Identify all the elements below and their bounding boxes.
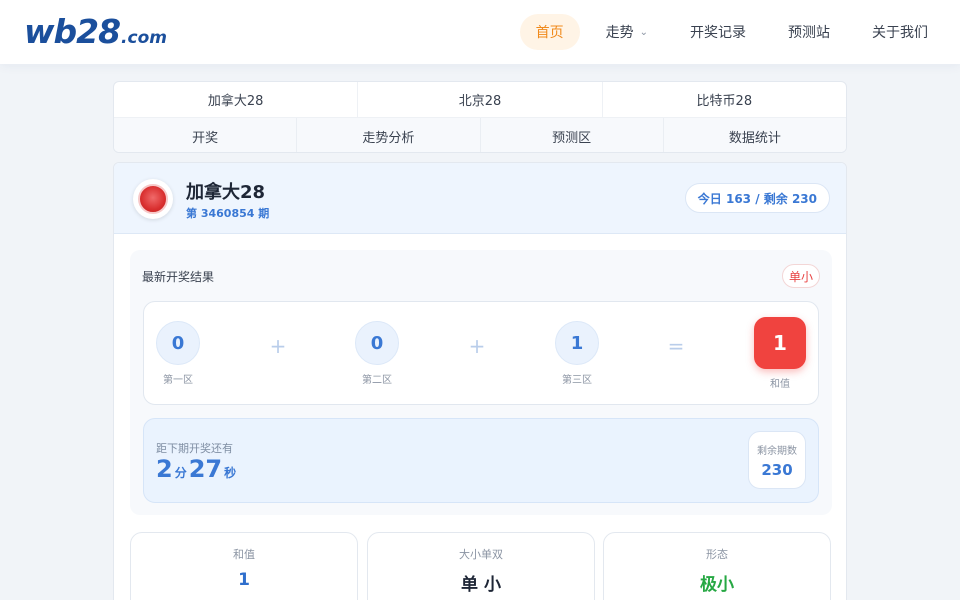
tab-section-prediction[interactable]: 预测区: [481, 118, 664, 152]
lottery-emblem-icon: [133, 179, 173, 219]
result-type-badge: 单小: [782, 264, 820, 288]
nav-item-label: 关于我们: [872, 25, 928, 41]
stat-value: 1: [238, 570, 250, 590]
draw-count-badge: 今日 163 / 剩余 230: [684, 183, 830, 213]
chevron-down-icon: ⌄: [639, 26, 648, 38]
top-header: wb28 .com 首页 走势 ⌄ 开奖记录 预测站 关于我们: [0, 0, 960, 64]
countdown-timer: 2 分 27 秒: [156, 455, 238, 483]
tab-section-stats[interactable]: 数据统计: [664, 118, 846, 152]
nav-item-label: 走势: [605, 25, 634, 41]
lottery-title: 加拿大28: [186, 182, 266, 203]
result-panel: 最新开奖结果 单小 0 第一区 + 0 第二区 + 1 第三区 = 1 和值 距…: [130, 250, 832, 515]
nav-item-prediction[interactable]: 预测站: [772, 14, 846, 50]
result-formula: 0 第一区 + 0 第二区 + 1 第三区 = 1 和值: [143, 301, 819, 405]
countdown-label: 距下期开奖还有: [156, 442, 233, 455]
ball-group: 1 第三区: [547, 321, 607, 386]
number-ball: 0: [156, 321, 200, 365]
plus-sign: +: [269, 334, 287, 358]
remaining-draws-value: 230: [761, 461, 793, 479]
remaining-draws-box: 剩余期数 230: [748, 431, 806, 489]
countdown-seconds-unit: 秒: [224, 466, 237, 480]
lottery-card: 加拿大28 第 3460854 期 今日 163 / 剩余 230 最新开奖结果…: [113, 162, 847, 600]
countdown-box: 距下期开奖还有 2 分 27 秒 剩余期数 230: [143, 418, 819, 503]
site-logo[interactable]: wb28 .com: [24, 12, 167, 52]
tab-game-canada[interactable]: 加拿大28: [114, 82, 359, 118]
stat-value: 极小: [700, 575, 734, 595]
stat-card-size-parity: 大小单双 单 小: [367, 532, 595, 600]
stat-label: 和值: [233, 548, 255, 561]
lottery-issue-number: 第 3460854 期: [186, 207, 270, 220]
nav-item-label: 首页: [535, 25, 564, 41]
nav-item-about[interactable]: 关于我们: [856, 14, 944, 50]
main-nav: 首页 走势 ⌄ 开奖记录 预测站 关于我们: [510, 14, 944, 50]
ball-group: 0 第二区: [347, 321, 407, 386]
equals-sign: =: [667, 334, 685, 358]
remaining-draws-label: 剩余期数: [757, 446, 797, 457]
tab-game-bitcoin[interactable]: 比特币28: [602, 82, 846, 118]
nav-item-label: 开奖记录: [690, 25, 746, 41]
logo-main-text: wb28: [24, 12, 121, 51]
stat-card-pattern: 形态 极小: [603, 532, 831, 600]
game-tabs-card: 加拿大28 北京28 比特币28 开奖 走势分析 预测区 数据统计: [113, 81, 847, 153]
ball-label: 第二区: [362, 375, 392, 386]
plus-sign: +: [468, 334, 486, 358]
stat-label: 形态: [706, 548, 728, 561]
stat-card-sum: 和值 1: [130, 532, 358, 600]
tab-section-draw[interactable]: 开奖: [114, 118, 298, 152]
sum-ball: 1: [754, 317, 806, 369]
stat-value: 单 小: [461, 575, 501, 595]
lottery-header: 加拿大28 第 3460854 期 今日 163 / 剩余 230: [114, 163, 846, 234]
logo-suffix-text: .com: [121, 28, 167, 48]
countdown-minutes-unit: 分: [174, 466, 187, 480]
nav-item-trend[interactable]: 走势 ⌄: [590, 14, 664, 50]
number-ball: 0: [355, 321, 399, 365]
sum-label: 和值: [770, 379, 790, 390]
number-ball: 1: [555, 321, 599, 365]
result-title: 最新开奖结果: [142, 270, 215, 284]
nav-item-label: 预测站: [788, 25, 830, 41]
section-tabs: 开奖 走势分析 预测区 数据统计: [114, 118, 846, 152]
ball-group: 0 第一区: [148, 321, 208, 386]
countdown-seconds: 27: [188, 455, 223, 483]
ball-label: 第一区: [163, 375, 193, 386]
game-tabs: 加拿大28 北京28 比特币28: [114, 82, 846, 118]
countdown-minutes: 2: [156, 455, 173, 483]
tab-section-trend[interactable]: 走势分析: [297, 118, 481, 152]
ball-label: 第三区: [562, 375, 592, 386]
nav-item-history[interactable]: 开奖记录: [674, 14, 762, 50]
tab-game-beijing[interactable]: 北京28: [358, 82, 603, 118]
nav-item-home[interactable]: 首页: [519, 14, 580, 50]
stat-label: 大小单双: [459, 548, 503, 561]
sum-group: 1 和值: [750, 317, 810, 390]
